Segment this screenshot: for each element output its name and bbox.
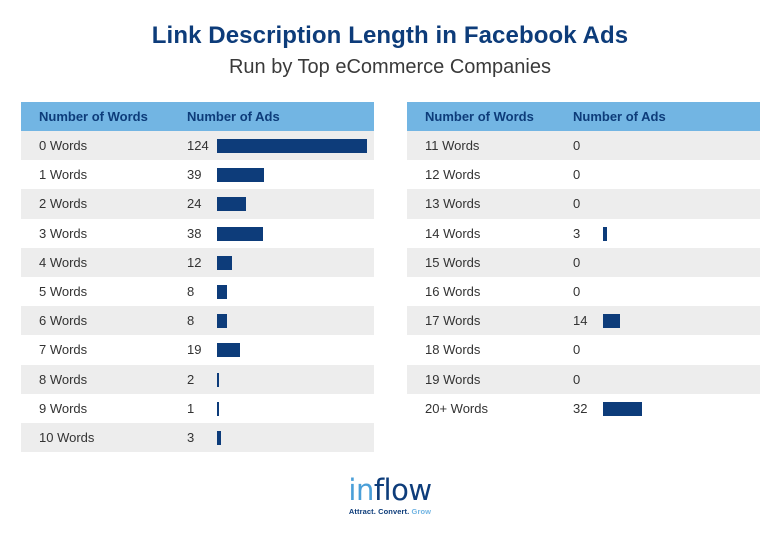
row-value: 8 <box>187 283 195 299</box>
table-row: 12 Words 0 <box>407 160 760 189</box>
header-ads: Number of Ads <box>573 109 666 124</box>
table-row: 15 Words 0 <box>407 247 760 277</box>
header-words: Number of Words <box>39 109 148 124</box>
row-value: 0 <box>573 138 581 153</box>
header-ads: Number of Ads <box>187 109 280 124</box>
value-bar <box>217 255 232 270</box>
logo-flow: flow <box>373 473 432 507</box>
logo-wordmark: inflow <box>0 474 780 506</box>
row-label: 13 Words <box>425 196 481 212</box>
row-label: 18 Words <box>425 342 481 358</box>
row-value: 8 <box>187 313 195 329</box>
table-row: 4 Words 12 <box>21 247 374 277</box>
table-row: 17 Words 14 <box>407 306 760 336</box>
table-row: 6 Words 8 <box>21 306 374 336</box>
table-row: 19 Words 0 <box>407 364 760 394</box>
row-label: 9 Words <box>39 400 88 416</box>
row-label: 3 Words <box>39 225 88 241</box>
value-bar <box>217 343 240 358</box>
row-label: 19 Words <box>425 371 481 387</box>
table-row: 0 Words 124 <box>21 131 374 161</box>
row-value: 0 <box>573 283 581 299</box>
table-row: 7 Words 19 <box>21 335 374 364</box>
chart-title: Link Description Length in Facebook Ads <box>151 22 629 49</box>
inflow-logo: inflow Attract. Convert. Grow <box>0 474 780 516</box>
row-label: 4 Words <box>39 254 88 270</box>
table-row: 1 Words 39 <box>21 160 374 189</box>
row-label: 15 Words <box>425 254 481 270</box>
right-table-body: 11 Words 0 12 Words 0 13 Words 0 14 Words 3 15 W… <box>407 131 760 423</box>
value-bar <box>217 168 265 183</box>
value-bar <box>603 314 620 329</box>
row-value: 0 <box>573 371 581 387</box>
row-value: 0 <box>573 167 581 183</box>
table-row: 5 Words 8 <box>21 277 374 306</box>
row-value: 124 <box>187 138 209 153</box>
table-row: 18 Words 0 <box>407 335 760 364</box>
table-row: 10 Words 3 <box>21 422 374 453</box>
left-table: Number of Words Number of Ads 0 Words 124… <box>21 102 374 453</box>
value-bar <box>217 284 227 299</box>
row-value: 0 <box>573 342 581 358</box>
row-label: 14 Words <box>425 225 481 241</box>
row-value: 38 <box>187 225 202 241</box>
row-label: 7 Words <box>39 342 88 358</box>
row-value: 12 <box>187 254 202 270</box>
row-value: 0 <box>573 196 581 212</box>
row-value: 19 <box>187 342 202 358</box>
row-label: 12 Words <box>425 167 481 183</box>
row-label: 1 Words <box>39 167 88 183</box>
row-label: 0 Words <box>39 138 88 153</box>
row-value: 0 <box>573 254 581 270</box>
tagline-main: Attract. Convert. <box>348 507 410 516</box>
row-value: 2 <box>187 371 195 387</box>
table-header: Number of Words Number of Ads <box>21 102 374 131</box>
value-bar <box>217 226 263 241</box>
row-label: 17 Words <box>425 313 481 329</box>
logo-tagline: Attract. Convert. Grow <box>0 507 780 516</box>
row-label: 20+ Words <box>425 400 488 416</box>
value-bar <box>217 401 219 416</box>
table-row: 9 Words 1 <box>21 394 374 423</box>
table-row: 14 Words 3 <box>407 219 760 248</box>
left-table-body: 0 Words 124 1 Words 39 2 Words 24 3 Words 38 4 W… <box>21 131 374 453</box>
row-label: 6 Words <box>39 313 88 329</box>
value-bar <box>217 430 221 445</box>
value-bar <box>603 226 607 241</box>
header-words: Number of Words <box>425 109 534 124</box>
table-row: 16 Words 0 <box>407 277 760 306</box>
table-header: Number of Words Number of Ads <box>407 102 760 131</box>
row-label: 11 Words <box>425 138 480 153</box>
value-bar <box>217 139 367 153</box>
row-value: 3 <box>187 429 195 445</box>
row-value: 24 <box>187 196 202 212</box>
value-bar <box>217 372 220 387</box>
table-row: 13 Words 0 <box>407 189 760 219</box>
value-bar <box>603 401 642 416</box>
table-row: 11 Words 0 <box>407 131 760 161</box>
row-value: 32 <box>573 400 588 416</box>
row-label: 8 Words <box>39 371 88 387</box>
value-bar <box>217 314 227 329</box>
row-label: 16 Words <box>425 283 481 299</box>
row-label: 5 Words <box>39 283 88 299</box>
row-value: 39 <box>187 167 202 183</box>
logo-in: in <box>348 473 374 507</box>
value-bar <box>217 197 247 212</box>
chart-subtitle: Run by Top eCommerce Companies <box>228 56 551 78</box>
right-table: Number of Words Number of Ads 11 Words 0 1… <box>407 102 760 423</box>
table-row: 20+ Words 32 <box>407 394 760 423</box>
row-value: 3 <box>573 225 581 241</box>
table-row: 2 Words 24 <box>21 189 374 219</box>
row-value: 1 <box>187 400 195 416</box>
table-row: 3 Words 38 <box>21 219 374 248</box>
row-label: 2 Words <box>39 196 88 212</box>
tagline-accent: Grow <box>411 507 432 516</box>
table-row: 8 Words 2 <box>21 364 374 394</box>
row-label: 10 Words <box>39 429 95 445</box>
row-value: 14 <box>573 313 588 329</box>
